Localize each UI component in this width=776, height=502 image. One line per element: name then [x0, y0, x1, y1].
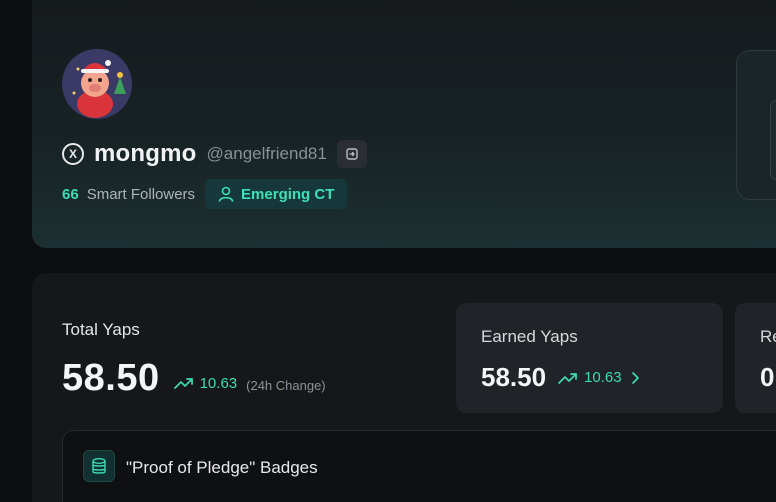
earned-yaps-box[interactable]: Earned Yaps 58.50 10.63: [456, 303, 723, 413]
copy-icon: [346, 148, 358, 160]
total-yaps-change: 10.63: [199, 374, 238, 392]
badge-label: Emerging CT: [241, 185, 335, 203]
avatar[interactable]: [62, 49, 132, 119]
earned-yaps-row: 58.50 10.63: [481, 362, 640, 393]
chevron-right-icon[interactable]: [630, 371, 640, 385]
next-stat-label: Re: [760, 327, 776, 346]
copy-button[interactable]: [336, 140, 367, 168]
change-period-note: (24h Change): [246, 378, 326, 393]
yaps-stats-card: Total Yaps 58.50 10.63 (24h Change) Earn…: [32, 273, 776, 502]
total-yaps-row: 58.50 10.63 (24h Change): [62, 357, 326, 400]
next-stat-box[interactable]: Re 0: [735, 303, 776, 413]
calendar-decoration-inner: [770, 100, 776, 180]
next-stat-value: 0: [760, 362, 775, 392]
earned-yaps-change: 10.63: [584, 369, 622, 386]
avatar-image: [62, 49, 132, 119]
proof-of-pledge-panel: "Proof of Pledge" Badges: [62, 430, 776, 502]
user-icon: [218, 186, 234, 202]
total-yaps-trend: 10.63: [173, 374, 238, 392]
total-yaps-label: Total Yaps: [62, 320, 140, 339]
display-name: mongmo: [94, 140, 197, 167]
user-handle: @angelfriend81: [206, 144, 327, 163]
coins-stack-icon: [83, 450, 115, 482]
badges-title: "Proof of Pledge" Badges: [126, 458, 318, 477]
profile-card: X mongmo @angelfriend81 66 Smart Followe…: [32, 0, 776, 248]
left-sidebar-edge: [0, 0, 32, 502]
total-yaps-value: 58.50: [62, 357, 160, 399]
earned-yaps-value: 58.50: [481, 362, 547, 392]
trend-up-icon: [173, 378, 193, 389]
page: X mongmo @angelfriend81 66 Smart Followe…: [0, 0, 776, 502]
earned-yaps-label: Earned Yaps: [481, 327, 578, 346]
smart-followers-row: 66 Smart Followers Emerging CT: [62, 179, 348, 209]
smart-followers-count: 66: [62, 185, 79, 203]
x-logo-icon[interactable]: X: [62, 143, 84, 165]
smart-followers-label: Smart Followers: [86, 185, 196, 203]
profile-name-row: X mongmo @angelfriend81: [62, 140, 367, 168]
trend-up-icon: [558, 372, 577, 384]
emerging-ct-badge[interactable]: Emerging CT: [205, 179, 348, 209]
